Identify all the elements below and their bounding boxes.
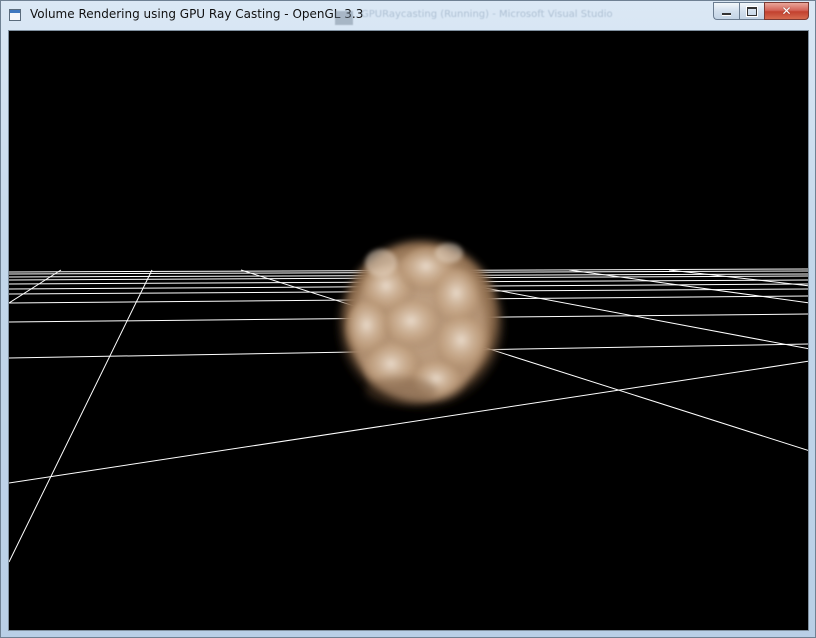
scene-canvas (9, 241, 808, 563)
window-icon[interactable] (9, 9, 21, 21)
window-title: Volume Rendering using GPU Ray Casting -… (30, 7, 364, 21)
background-window-title: GPURaycasting (Running) - Microsoft Visu… (361, 9, 613, 20)
minimize-button[interactable] (713, 2, 739, 20)
caption-buttons: ✕ (713, 2, 809, 20)
maximize-button[interactable] (739, 2, 764, 20)
minimize-icon (722, 13, 731, 15)
volume-cloud (339, 241, 503, 411)
background-app-icon (335, 11, 353, 25)
close-button[interactable]: ✕ (764, 2, 809, 20)
close-icon: ✕ (781, 4, 792, 18)
maximize-icon (747, 6, 757, 16)
title-bar[interactable]: Volume Rendering using GPU Ray Casting -… (1, 1, 815, 29)
app-window: Volume Rendering using GPU Ray Casting -… (0, 0, 816, 638)
opengl-viewport[interactable] (8, 30, 809, 631)
